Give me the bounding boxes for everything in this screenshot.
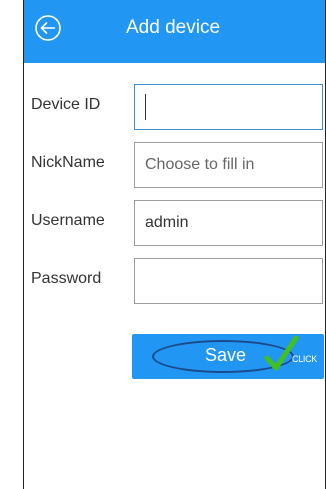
username-row: Username [24,200,325,246]
device-id-label: Device ID [31,96,101,113]
password-row: Password [24,258,325,304]
save-button-label: Save [205,345,247,365]
device-id-input[interactable] [134,84,323,130]
back-button[interactable] [34,14,62,42]
username-label: Username [31,212,105,229]
text-caret [145,94,146,120]
back-arrow-circle-icon [35,15,61,41]
nickname-label: NickName [31,154,105,171]
page-title: Add device [126,17,221,38]
phone-screen: Add device Device ID NickName Username P… [23,0,326,489]
save-button[interactable]: Save CLICK [132,334,324,379]
password-input[interactable] [134,258,323,304]
nickname-row: NickName [24,142,325,188]
device-id-row: Device ID [24,84,325,130]
nickname-input[interactable] [134,142,323,188]
click-annotation: CLICK [292,354,318,364]
username-input[interactable] [134,200,323,246]
password-label: Password [31,270,102,287]
app-header: Add device [24,0,325,63]
